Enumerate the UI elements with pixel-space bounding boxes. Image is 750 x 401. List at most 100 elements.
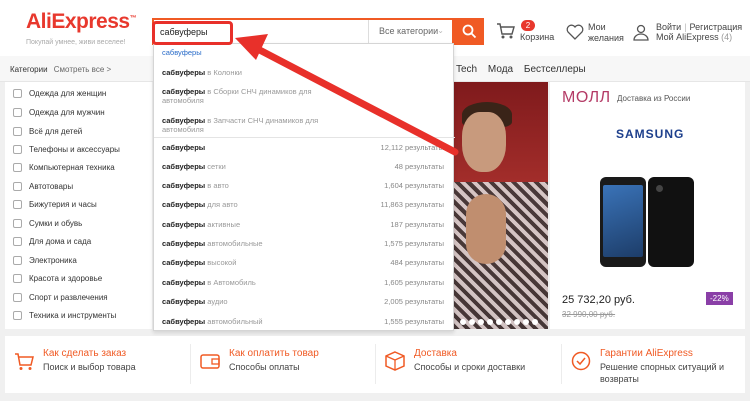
home-icon [13, 237, 22, 247]
heart-icon[interactable] [566, 24, 584, 40]
suggestion-item[interactable]: сабвуферы автомобильный 1,555 результаты [162, 317, 450, 326]
aliexpress-logo[interactable]: AliExpress™ [26, 10, 137, 34]
sidebar-item-label: Электроника [29, 256, 77, 265]
suggestion-query: сабвуферы [162, 87, 206, 96]
my-aliexpress-link[interactable]: Мой AliExpress (4) [656, 32, 732, 43]
suggestion-count: 11,863 результаты [380, 200, 444, 209]
suggestion-item[interactable]: сабвуферы в Автомобиль 1,605 результаты [162, 278, 450, 287]
sidebar-item-label: Сумки и обувь [29, 219, 83, 228]
category-sidebar: Одежда для женщин Одежда для мужчин Всё … [5, 82, 152, 329]
suggestion-query: сабвуферы [162, 297, 206, 306]
feature-how-to-order[interactable]: Как сделать заказ Поиск и выбор товара [5, 336, 190, 393]
sidebar-item-label: Одежда для женщин [29, 89, 107, 98]
suggestion-count: 1,575 результаты [384, 239, 444, 248]
product-old-price: 32 990,00 руб. [562, 310, 616, 319]
nav-link-bestsellers[interactable]: Бестселлеры [524, 64, 586, 75]
suggestion-query: сабвуферы [162, 48, 202, 57]
wheel-icon [13, 182, 22, 192]
suggestion-count: 187 результаты [390, 220, 444, 229]
pagination-dot[interactable] [505, 319, 511, 325]
sidebar-item-bags[interactable]: Сумки и обувь [13, 215, 82, 233]
sidebar-item-men[interactable]: Одежда для мужчин [13, 104, 105, 122]
sidebar-item-electronics[interactable]: Электроника [13, 252, 77, 270]
feature-subtitle-line1: Решение спорных ситуаций и [600, 362, 725, 372]
sidebar-item-label: Спорт и развлечения [29, 293, 108, 302]
suggestion-count: 2,005 результаты [384, 297, 444, 306]
guarantee-icon [571, 351, 591, 371]
discount-badge: -22% [706, 292, 733, 305]
register-link[interactable]: Регистрация [690, 22, 743, 32]
pagination-dot[interactable] [487, 319, 493, 325]
mall-card[interactable]: МОЛЛ Доставка из России SAMSUNG 25 732,2… [550, 82, 745, 329]
kids-icon [13, 127, 22, 137]
cart-icon [15, 353, 34, 370]
banner-pagination [460, 316, 541, 328]
suggestion-category: автомобильный [205, 317, 263, 326]
sidebar-item-kids[interactable]: Всё для детей [13, 123, 82, 141]
suggestion-query: сабвуферы [162, 181, 206, 190]
search-icon [462, 24, 477, 39]
sidebar-item-sport[interactable]: Спорт и развлечения [13, 289, 108, 307]
pagination-dot[interactable] [460, 319, 466, 325]
pagination-dot[interactable] [496, 319, 502, 325]
banner-hand [466, 194, 506, 264]
suggestion-category: активные [205, 220, 241, 229]
suggestion-count: 484 результаты [390, 258, 444, 267]
sidebar-item-jewelry[interactable]: Бижутерия и часы [13, 196, 97, 214]
pagination-dot[interactable] [478, 319, 484, 325]
feature-guarantee[interactable]: Гарантии AliExpress Решение спорных ситу… [562, 336, 745, 393]
suggestion-category: для авто [205, 200, 238, 209]
login-link[interactable]: Войти [656, 22, 681, 32]
suggestion-item[interactable]: сабвуферы в авто 1,604 результаты [162, 181, 450, 190]
mall-subtitle: Доставка из России [617, 94, 691, 103]
suggestion-query: сабвуферы [162, 200, 206, 209]
suggestion-category: в Автомобиль [205, 278, 256, 287]
sidebar-item-home[interactable]: Для дома и сада [13, 233, 91, 251]
feature-delivery[interactable]: Доставка Способы и сроки доставки [376, 336, 561, 393]
wishlist-link[interactable]: Мои желания [588, 22, 624, 44]
nav-link-fashion[interactable]: Мода [488, 64, 513, 75]
cart-icon[interactable] [496, 22, 516, 40]
tools-icon [13, 311, 22, 321]
feature-subtitle: Способы оплаты [229, 362, 300, 372]
suggestion-count: 1,605 результаты [384, 278, 444, 287]
feature-subtitle-line2: возвраты [600, 374, 639, 384]
nav-links: Tech Мода Бестселлеры [456, 64, 594, 75]
sidebar-item-computers[interactable]: Компьютерная техника [13, 159, 115, 177]
user-icon[interactable] [633, 24, 649, 41]
suggestion-item[interactable]: сабвуферы аудио 2,005 результаты [162, 297, 450, 306]
shirt-icon [13, 108, 22, 118]
sidebar-item-phones[interactable]: Телефоны и аксессуары [13, 141, 120, 159]
pagination-dot[interactable] [532, 319, 538, 325]
sport-icon [13, 293, 22, 303]
suggestion-item[interactable]: сабвуферы сетки 48 результаты [162, 162, 450, 171]
promo-banner[interactable] [454, 82, 548, 329]
my-aliexpress-label: Мой AliExpress [656, 32, 719, 42]
sidebar-item-women[interactable]: Одежда для женщин [13, 85, 106, 103]
electronics-icon [13, 256, 22, 266]
pagination-dot[interactable] [469, 319, 475, 325]
cart-link[interactable]: Корзина [520, 32, 554, 43]
suggestion-item[interactable]: сабвуферы для авто 11,863 результаты [162, 200, 450, 209]
suggestion-item[interactable]: сабвуферы активные 187 результаты [162, 220, 450, 229]
computer-icon [13, 163, 22, 173]
see-all-link[interactable]: Смотреть все > [54, 65, 111, 74]
sidebar-item-beauty[interactable]: Красота и здоровье [13, 270, 102, 288]
pagination-dot[interactable] [523, 319, 529, 325]
wallet-icon [200, 354, 220, 369]
sidebar-item-label: Техника и инструменты [29, 311, 117, 320]
feature-how-to-pay[interactable]: Как оплатить товар Способы оплаты [191, 336, 376, 393]
feature-title: Доставка [414, 348, 457, 359]
pagination-dot[interactable] [514, 319, 520, 325]
delivery-icon [385, 351, 405, 371]
sidebar-item-tools[interactable]: Техника и инструменты [13, 307, 116, 325]
suggestion-item[interactable]: сабвуферы высокой 484 результаты [162, 258, 450, 267]
sidebar-item-auto[interactable]: Автотовары [13, 178, 73, 196]
dress-icon [13, 89, 22, 99]
sidebar-item-label: Компьютерная техника [29, 163, 115, 172]
suggestion-count: 1,604 результаты [384, 181, 444, 190]
suggestion-item[interactable]: сабвуферы автомобильные 1,575 результаты [162, 239, 450, 248]
cart-count-badge: 2 [521, 20, 535, 31]
suggestion-query: сабвуферы [162, 239, 206, 248]
tagline: Покупай умнее, живи веселее! [26, 39, 126, 46]
